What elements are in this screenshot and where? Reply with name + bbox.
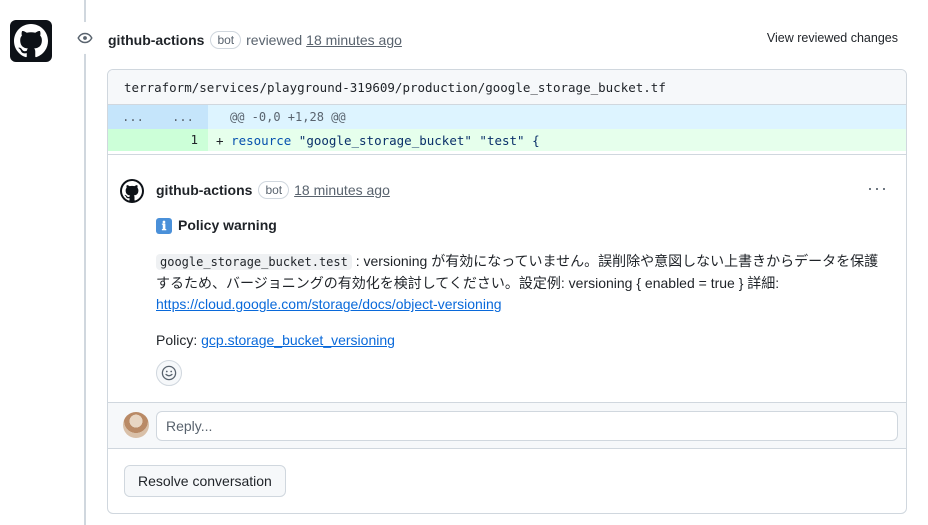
comment-timestamp[interactable]: 18 minutes ago xyxy=(294,182,390,198)
reply-input[interactable]: Reply... xyxy=(156,411,898,441)
review-timestamp[interactable]: 18 minutes ago xyxy=(306,32,402,48)
view-reviewed-changes-link[interactable]: View reviewed changes xyxy=(767,31,898,45)
comment-author-avatar[interactable] xyxy=(120,179,144,203)
diff-prefix: + xyxy=(216,132,232,148)
github-logo-icon xyxy=(122,181,142,201)
comment-body: ℹ Policy warning google_storage_bucket.t… xyxy=(156,215,886,351)
hunk-header: @@ -0,0 +1,28 @@ xyxy=(230,110,346,124)
review-thread-card: terraform/services/playground-319609/pro… xyxy=(107,69,907,514)
github-actions-avatar[interactable] xyxy=(10,20,52,62)
policy-message: google_storage_bucket.test : versioning … xyxy=(156,251,886,315)
new-line-number[interactable]: 1 xyxy=(158,129,208,151)
file-path[interactable]: terraform/services/playground-319609/pro… xyxy=(108,70,906,105)
docs-link[interactable]: https://cloud.google.com/storage/docs/ob… xyxy=(156,296,502,312)
eye-icon xyxy=(69,22,101,54)
review-author[interactable]: github-actions xyxy=(108,32,204,48)
comment-options-button[interactable]: ··· xyxy=(867,179,888,197)
old-line-number xyxy=(108,129,158,151)
policy-warning-title: Policy warning xyxy=(178,217,277,233)
smiley-icon xyxy=(161,365,177,381)
policy-label: Policy: xyxy=(156,332,202,348)
bot-badge: bot xyxy=(258,181,290,199)
info-icon: ℹ xyxy=(156,217,172,234)
policy-link[interactable]: gcp.storage_bucket_versioning xyxy=(201,332,395,348)
diff-code: + resource "google_storage_bucket" "test… xyxy=(208,133,540,148)
policy-warning-heading: ℹ Policy warning xyxy=(156,215,886,236)
reply-area: Reply... xyxy=(108,402,906,449)
comment-header: github-actions bot 18 minutes ago xyxy=(156,181,390,199)
diff-rest: "google_storage_bucket" "test" { xyxy=(291,132,540,148)
review-action: reviewed xyxy=(246,32,303,48)
current-user-avatar xyxy=(123,412,149,438)
add-reaction-button[interactable] xyxy=(156,360,182,386)
diff-added-line: 1 + resource "google_storage_bucket" "te… xyxy=(108,129,906,151)
hunk-header-row: ... ... @@ -0,0 +1,28 @@ xyxy=(108,105,906,129)
diff-keyword: resource xyxy=(231,132,292,148)
github-logo-icon xyxy=(14,24,48,58)
resolve-conversation-button[interactable]: Resolve conversation xyxy=(124,465,286,497)
resource-name-code: google_storage_bucket.test xyxy=(156,254,352,270)
comment-author[interactable]: github-actions xyxy=(156,182,252,198)
bot-badge: bot xyxy=(210,31,242,49)
review-comment: github-actions bot 18 minutes ago ··· ℹ … xyxy=(108,154,906,402)
expand-up-button[interactable]: ... xyxy=(108,105,158,129)
timeline-line xyxy=(84,0,86,525)
policy-line: Policy: gcp.storage_bucket_versioning xyxy=(156,330,886,351)
expand-down-button[interactable]: ... xyxy=(158,105,208,129)
